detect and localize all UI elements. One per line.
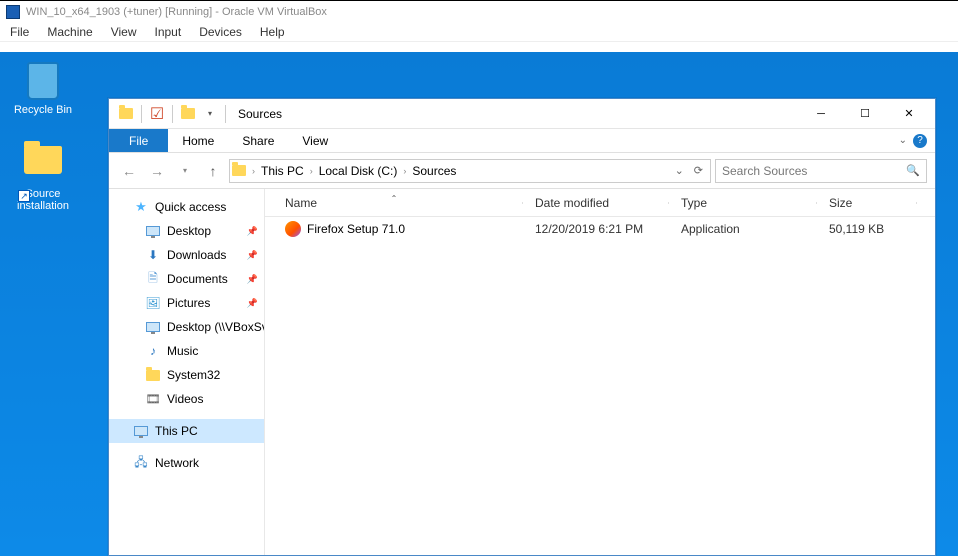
nav-up-button[interactable]: ↑ <box>201 159 225 183</box>
explorer-content: ⌃ Name Date modified Type Size Firefox S… <box>265 189 935 555</box>
file-name: Firefox Setup 71.0 <box>307 222 405 236</box>
minimize-button[interactable]: ─ <box>799 99 843 129</box>
nav-recent-dropdown[interactable]: ▾ <box>173 159 197 183</box>
column-header-name[interactable]: ⌃ Name <box>265 196 523 210</box>
pin-icon: 📌 <box>247 274 258 285</box>
firefox-icon <box>285 221 301 237</box>
sidebar-item-pictures[interactable]: 🖼 Pictures 📌 <box>109 291 264 315</box>
properties-icon[interactable]: ☑ <box>148 105 166 123</box>
breadcrumb-local-disk[interactable]: Local Disk (C:) <box>315 164 402 178</box>
sidebar-item-documents[interactable]: 🗎 Documents 📌 <box>109 267 264 291</box>
file-row-firefox-setup[interactable]: Firefox Setup 71.0 12/20/2019 6:21 PM Ap… <box>265 217 935 241</box>
desktop-icon-recycle-bin[interactable]: Recycle Bin <box>6 60 80 116</box>
nav-back-button[interactable]: ← <box>117 159 141 183</box>
ribbon-tab-file[interactable]: File <box>109 129 168 152</box>
sidebar-item-desktop-vboxsvr[interactable]: Desktop (\\VBoxSvr <box>109 315 264 339</box>
breadcrumb-sources[interactable]: Sources <box>408 164 460 178</box>
vbox-title: WIN_10_x64_1903 (+tuner) [Running] - Ora… <box>26 6 327 18</box>
folder-icon <box>23 146 63 186</box>
folder-icon <box>232 162 250 180</box>
vbox-titlebar: WIN_10_x64_1903 (+tuner) [Running] - Ora… <box>0 0 958 22</box>
search-placeholder: Search Sources <box>722 164 807 178</box>
shortcut-arrow-icon: ↗ <box>18 190 30 202</box>
desktop-icon <box>145 319 161 335</box>
explorer-sidebar: ★ Quick access Desktop 📌 ⬇ Downloads 📌 🗎… <box>109 189 265 555</box>
recycle-bin-icon <box>23 62 63 102</box>
maximize-button[interactable]: ☐ <box>843 99 887 129</box>
vbox-app-icon <box>6 5 20 19</box>
sidebar-network[interactable]: 🖧 Network <box>109 451 264 475</box>
document-icon: 🗎 <box>145 271 161 287</box>
help-icon[interactable]: ? <box>913 134 927 148</box>
column-header-type[interactable]: Type <box>669 196 817 210</box>
sidebar-item-videos[interactable]: 🎞 Videos <box>109 387 264 411</box>
explorer-titlebar[interactable]: ☑ ▾ Sources ─ ☐ ✕ <box>109 99 935 129</box>
vbox-menu-machine[interactable]: Machine <box>47 25 92 39</box>
vbox-menu-help[interactable]: Help <box>260 25 285 39</box>
sidebar-item-downloads[interactable]: ⬇ Downloads 📌 <box>109 243 264 267</box>
file-date: 12/20/2019 6:21 PM <box>523 222 669 236</box>
search-icon[interactable]: 🔍 <box>906 164 920 177</box>
column-header-size[interactable]: Size <box>817 196 917 210</box>
download-icon: ⬇ <box>145 247 161 263</box>
address-dropdown-icon[interactable]: ⌄ <box>670 164 689 177</box>
sidebar-this-pc[interactable]: This PC <box>109 419 264 443</box>
vbox-menu-devices[interactable]: Devices <box>199 25 242 39</box>
vbox-menu-input[interactable]: Input <box>155 25 182 39</box>
pin-icon: 📌 <box>247 250 258 261</box>
qat-dropdown-icon[interactable]: ▾ <box>201 105 219 123</box>
pin-icon: 📌 <box>247 226 258 237</box>
desktop-icon-label: Recycle Bin <box>6 104 80 116</box>
nav-forward-button[interactable]: → <box>145 159 169 183</box>
file-size: 50,119 KB <box>817 222 917 236</box>
chevron-right-icon[interactable]: › <box>310 166 313 176</box>
ribbon-tab-home[interactable]: Home <box>168 129 228 152</box>
video-icon: 🎞 <box>145 391 161 407</box>
star-icon: ★ <box>133 199 149 215</box>
close-button[interactable]: ✕ <box>887 99 931 129</box>
folder-icon <box>145 367 161 383</box>
breadcrumb-this-pc[interactable]: This PC <box>257 164 308 178</box>
explorer-ribbon: File Home Share View ⌄ ? <box>109 129 935 153</box>
address-bar[interactable]: › This PC › Local Disk (C:) › Sources ⌄ … <box>229 159 711 183</box>
network-icon: 🖧 <box>133 455 149 471</box>
ribbon-tab-view[interactable]: View <box>288 129 342 152</box>
desktop-icon-source-installation[interactable]: ↗ Source installation <box>6 140 80 212</box>
folder-icon <box>117 105 135 123</box>
explorer-title: Sources <box>238 107 282 121</box>
refresh-icon[interactable]: ⟳ <box>689 164 708 177</box>
vbox-menu-file[interactable]: File <box>10 25 29 39</box>
desktop-icon <box>145 223 161 239</box>
vbox-menubar: File Machine View Input Devices Help <box>0 22 958 42</box>
file-type: Application <box>669 222 817 236</box>
sidebar-item-system32[interactable]: System32 <box>109 363 264 387</box>
this-pc-icon <box>133 423 149 439</box>
pin-icon: 📌 <box>247 298 258 309</box>
chevron-right-icon[interactable]: › <box>403 166 406 176</box>
vm-desktop: Recycle Bin ↗ Source installation ☑ ▾ So… <box>0 52 958 556</box>
sidebar-item-music[interactable]: ♪ Music <box>109 339 264 363</box>
sidebar-item-desktop[interactable]: Desktop 📌 <box>109 219 264 243</box>
vbox-menu-view[interactable]: View <box>111 25 137 39</box>
folder-icon[interactable] <box>179 105 197 123</box>
pictures-icon: 🖼 <box>145 295 161 311</box>
column-header-date[interactable]: Date modified <box>523 196 669 210</box>
ribbon-expand-icon[interactable]: ⌄ <box>899 135 907 146</box>
file-explorer-window: ☑ ▾ Sources ─ ☐ ✕ File Home Share View ⌄… <box>108 98 936 556</box>
music-icon: ♪ <box>145 343 161 359</box>
chevron-right-icon[interactable]: › <box>252 166 255 176</box>
column-headers: ⌃ Name Date modified Type Size <box>265 189 935 217</box>
ribbon-tab-share[interactable]: Share <box>228 129 288 152</box>
sidebar-quick-access[interactable]: ★ Quick access <box>109 195 264 219</box>
search-input[interactable]: Search Sources 🔍 <box>715 159 927 183</box>
explorer-navbar: ← → ▾ ↑ › This PC › Local Disk (C:) › So… <box>109 153 935 189</box>
sort-ascending-icon: ⌃ <box>391 194 398 203</box>
